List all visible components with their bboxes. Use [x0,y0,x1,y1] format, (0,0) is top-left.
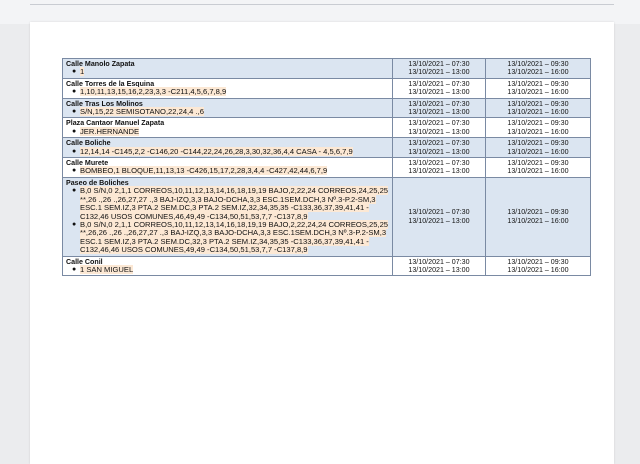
table-row: Paseo de Boliches ● B,0 S/N,0 2,1,1 CORRE… [62,176,591,257]
start-time-cell: 13/10/2021 – 07:30 13/10/2021 – 13:00 [392,157,486,178]
table-row: Calle Conil ● 1 SAN MIGUEL 13/10/2021 – 0… [62,255,591,277]
street-name: Calle Manolo Zapata [66,60,135,68]
table-row: Calle Manolo Zapata ● 1 13/10/2021 – 07:3… [62,58,591,79]
end-time-cell: 13/10/2021 – 09:30 13/10/2021 – 16:00 [485,157,591,178]
start-time-cell: 13/10/2021 – 07:30 13/10/2021 – 13:00 [392,117,486,139]
street-cell: Calle Conil ● 1 SAN MIGUEL [62,255,393,277]
bullet-icon: ● [72,127,77,135]
end-time-cell: 13/10/2021 – 09:30 13/10/2021 – 16:00 [485,117,591,139]
list-item: ● 12,14,14 -C145,2,2 -C146,20 -C144,22,24… [72,146,353,156]
schedule-table: Calle Manolo Zapata ● 1 13/10/2021 – 07:3… [62,58,591,277]
list-item: ● 1,10,11,13,15,16,2,23,3,3 -C211,4,5,6,7… [72,87,227,97]
street-cell: Plaza Cantaor Manuel Zapata ● JER.HERNAND… [62,117,393,139]
bullet-icon: ● [72,220,77,228]
street-cell: Calle Boliche ● 12,14,14 -C145,2,2 -C146,… [62,137,393,159]
end-time-cell: 13/10/2021 – 09:30 13/10/2021 – 16:00 [485,97,591,119]
street-cell: Paseo de Boliches ● B,0 S/N,0 2,1,1 CORRE… [62,176,393,257]
list-item: ● 1 SAN MIGUEL [72,264,134,274]
bullet-icon: ● [72,187,77,195]
street-cell: Calle Manolo Zapata ● 1 [62,58,393,79]
end-time-cell: 13/10/2021 – 09:30 13/10/2021 – 16:00 [485,255,591,277]
bullet-icon: ● [72,147,77,155]
list-item: ● JER.HERNANDE [72,126,140,136]
table-row: Calle Tras Los Molinos ● S/N,15,22 SEMISO… [62,97,591,119]
list-item: ● S/N,15,22 SEMISOTANO,22,24,4 .,6 [72,107,204,117]
bullet-icon: ● [72,167,77,175]
bullet-icon: ● [72,265,77,273]
end-time-cell: 13/10/2021 – 09:30 13/10/2021 – 16:00 [485,176,591,257]
start-time-cell: 13/10/2021 – 07:30 13/10/2021 – 13:00 [392,255,486,277]
street-cell: Calle Tras Los Molinos ● S/N,15,22 SEMISO… [62,97,393,119]
end-time-cell: 13/10/2021 – 09:30 13/10/2021 – 16:00 [485,137,591,159]
table-row: Calle Murete ● BOMBEO,1 BLOQUE,11,13,13 -… [62,157,591,178]
start-time-cell: 13/10/2021 – 07:30 13/10/2021 – 13:00 [392,137,486,159]
bullet-icon: ● [72,68,77,76]
previous-page-edge [30,4,614,5]
bullet-icon: ● [72,108,77,116]
bullet-icon: ● [72,88,77,96]
list-item: ● B,0 S/N,0 2,1,1 CORREOS,10,11,12,13,14,… [72,186,389,221]
start-time-cell: 13/10/2021 – 07:30 13/10/2021 – 13:00 [392,176,486,257]
list-item: ● 1 [72,67,85,77]
street-cell: Calle Torres de la Esquina ● 1,10,11,13,1… [62,77,393,99]
start-time-cell: 13/10/2021 – 07:30 13/10/2021 – 13:00 [392,97,486,119]
street-cell: Calle Murete ● BOMBEO,1 BLOQUE,11,13,13 -… [62,157,393,178]
list-item: ● B,0 S/N,0 2,1,1 CORREOS,10,11,12,13,14,… [72,219,389,255]
table-row: Calle Boliche ● 12,14,14 -C145,2,2 -C146,… [62,137,591,159]
table-row: Calle Torres de la Esquina ● 1,10,11,13,1… [62,77,591,99]
list-item: ● BOMBEO,1 BLOQUE,11,13,13 -C426,15,17,2,… [72,166,328,176]
start-time-cell: 13/10/2021 – 07:30 13/10/2021 – 13:00 [392,77,486,99]
start-time-cell: 13/10/2021 – 07:30 13/10/2021 – 13:00 [392,58,486,79]
end-time-cell: 13/10/2021 – 09:30 13/10/2021 – 16:00 [485,77,591,99]
end-time-cell: 13/10/2021 – 09:30 13/10/2021 – 16:00 [485,58,591,79]
table-row: Plaza Cantaor Manuel Zapata ● JER.HERNAND… [62,117,591,139]
